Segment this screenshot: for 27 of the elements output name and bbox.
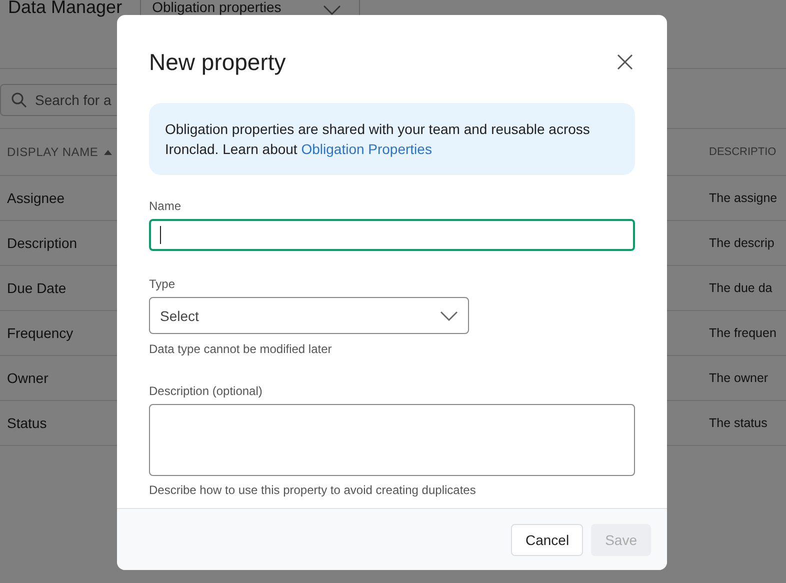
table-cell: The owner	[705, 356, 786, 401]
dialog-title: New property	[149, 48, 286, 76]
table-cell: The assigne	[705, 176, 786, 221]
table-cell: The due da	[705, 266, 786, 311]
info-message: Obligation properties are shared with your team and reusable across Ironclad. Learn about Obligation Properties	[149, 103, 635, 175]
search-placeholder: Search for a	[35, 92, 112, 108]
column-header[interactable]: DESCRIPTIO	[705, 128, 786, 176]
field-label: Description (optional)	[149, 384, 264, 398]
table-cell: The status	[705, 401, 786, 446]
page-title: Data Manager	[8, 0, 122, 16]
table-cell: The frequen	[705, 311, 786, 356]
help-text: Describe how to use this property to avoid creating duplicates	[149, 483, 477, 497]
close-button[interactable]	[615, 52, 635, 72]
sort-ascending-icon	[104, 150, 112, 154]
field-label: Name	[149, 199, 182, 213]
field-label: Type	[149, 277, 176, 291]
type-select[interactable]: Select	[149, 297, 469, 334]
name-input-field[interactable]	[149, 219, 635, 251]
description-input-field[interactable]	[149, 404, 635, 476]
learn-more-link[interactable]: Obligation Properties	[301, 141, 432, 157]
chevron-down-icon	[440, 310, 458, 320]
help-text: Data type cannot be modified later	[149, 342, 333, 356]
table-cell: The descrip	[705, 221, 786, 266]
close-icon	[617, 54, 633, 70]
cancel-button[interactable]: Cancel	[511, 524, 584, 556]
chevron-down-icon	[323, 5, 342, 15]
search-icon	[11, 92, 27, 108]
